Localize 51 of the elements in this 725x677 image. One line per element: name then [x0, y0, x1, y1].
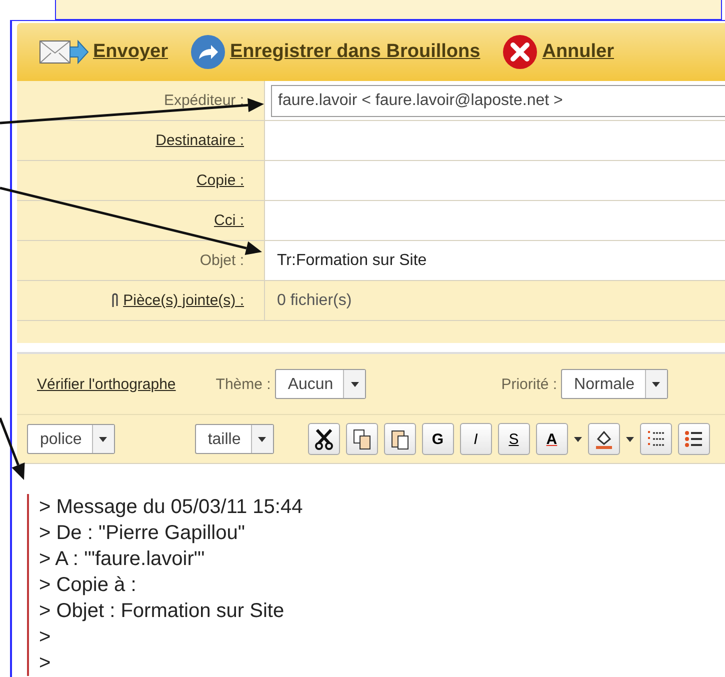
font-select[interactable]: police — [27, 424, 115, 454]
cancel-icon — [502, 34, 538, 70]
spellcheck-link[interactable]: Vérifier l'orthographe — [37, 376, 176, 392]
quote-line: > Copie à : — [39, 573, 138, 598]
save-draft-link[interactable]: Enregistrer dans Brouillons — [190, 34, 480, 70]
italic-button[interactable]: I — [460, 423, 492, 455]
field-link[interactable]: Destinataire : — [156, 132, 244, 149]
quote-line: > — [39, 651, 52, 676]
sender-select[interactable]: faure.lavoir < faure.lavoir@laposte.net > — [271, 84, 725, 116]
cancel-link[interactable]: Annuler — [502, 34, 614, 70]
caret-icon — [258, 436, 266, 442]
quote-line: > De : "Pierre Gapillou" — [39, 521, 246, 546]
theme-label: Thème : — [216, 376, 271, 392]
numbered-list-button[interactable] — [640, 423, 672, 455]
envelope-icon — [39, 38, 89, 66]
field-link[interactable]: Copie : — [196, 172, 244, 189]
subject-text: Tr:Formation sur Site — [276, 252, 427, 270]
caret-icon — [350, 382, 359, 386]
send-link[interactable]: Envoyer — [39, 38, 168, 66]
field-label: Objet : — [200, 252, 244, 269]
paste-icon — [390, 428, 410, 450]
quote-line: > A : '"faure.lavoir"' — [39, 547, 206, 572]
paste-button[interactable] — [384, 423, 416, 455]
cut-button[interactable] — [308, 423, 340, 455]
field-link[interactable]: Cci : — [214, 212, 244, 229]
copy-icon — [352, 428, 372, 450]
paperclip-icon — [111, 292, 120, 308]
caret-icon — [626, 436, 634, 442]
priority-label: Priorité : — [501, 376, 558, 392]
scissors-icon — [314, 428, 334, 450]
text-color-button[interactable]: A — [536, 423, 568, 455]
quote-line: > — [39, 625, 52, 650]
attachment-count: 0 fichier(s) — [276, 292, 352, 310]
theme-select[interactable]: Aucun — [274, 369, 366, 399]
priority-select[interactable]: Normale — [561, 369, 668, 399]
quote-line: > Message du 05/03/11 15:44 — [39, 495, 304, 520]
quote-line: > Objet : Formation sur Site — [39, 599, 286, 624]
caret-icon — [652, 382, 660, 386]
caret-icon — [99, 436, 108, 442]
bold-button[interactable]: G — [422, 423, 454, 455]
annotation-arrow — [0, 418, 25, 480]
bullet-list-icon — [684, 429, 704, 449]
field-link[interactable]: Pièce(s) jointe(s) : — [123, 292, 244, 309]
numbered-list-icon — [646, 429, 666, 449]
copy-button[interactable] — [346, 423, 378, 455]
highlight-button[interactable] — [588, 423, 620, 455]
bullet-list-button[interactable] — [678, 423, 710, 455]
strikethrough-button[interactable]: S — [498, 423, 530, 455]
caret-icon — [574, 436, 582, 442]
size-select[interactable]: taille — [194, 424, 274, 454]
paint-bucket-icon — [594, 428, 614, 450]
